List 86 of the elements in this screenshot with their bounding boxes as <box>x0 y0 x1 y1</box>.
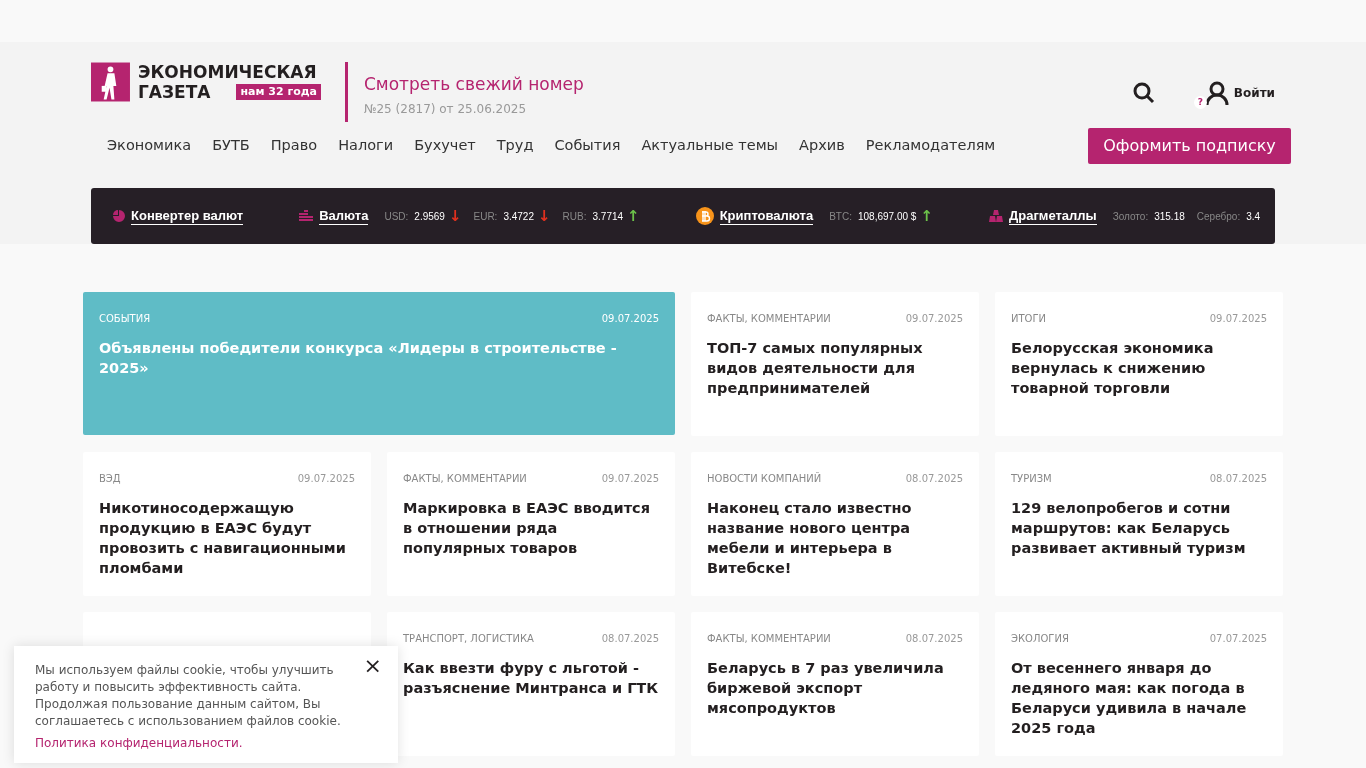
news-card[interactable]: ТРАНСПОРТ, ЛОГИСТИКА 08.07.2025 Как ввезти фуру с льготой - разъяснение Минтранса и ГТК <box>387 612 675 756</box>
news-card[interactable]: ФАКТЫ, КОММЕНТАРИИ 09.07.2025 ТОП-7 самых популярных видов деятельности для предпринимателей <box>691 292 979 436</box>
news-card[interactable]: ЭКОЛОГИЯ 07.07.2025 От весеннего января до ледяного мая: как погода в Беларуси удивила в начале 2025 года <box>995 612 1283 756</box>
category-label: СОБЫТИЯ <box>99 312 151 326</box>
news-card[interactable]: ВЭД 09.07.2025 Никотиносодержащую продукцию в ЕАЭС будут провозить с навигационными пломбами <box>83 452 371 596</box>
news-card[interactable]: ИТОГИ 09.07.2025 Белорусская экономика вернулась к снижению товарной торговли <box>995 292 1283 436</box>
trend-arrow: ↑ <box>920 209 933 223</box>
article-title[interactable]: 129 велопробегов и сотни маршрутов: как Беларусь развивает активный туризм <box>1011 498 1267 558</box>
nav-link[interactable]: БУТБ <box>212 135 250 157</box>
article-title[interactable]: Маркировка в ЕАЭС вводится в отношении ряда популярных товаров <box>403 498 659 558</box>
article-date: 08.07.2025 <box>601 632 659 646</box>
article-title[interactable]: Белорусская экономика вернулась к снижению товарной торговли <box>1011 338 1267 398</box>
rate-label: RUB: <box>562 209 587 224</box>
category-label: ВЭД <box>99 472 121 486</box>
article-title[interactable]: От весеннего января до ледяного мая: как погода в Беларуси удивила в начале 2025 года <box>1011 658 1267 738</box>
article-title[interactable]: Как ввезти фуру с льготой - разъяснение Минтранса и ГТК <box>403 658 659 698</box>
help-badge: ? <box>1193 96 1207 109</box>
category-label: НОВОСТИ КОМПАНИЙ <box>707 471 822 486</box>
fresh-issue-link[interactable]: Смотреть свежий номер <box>364 72 584 98</box>
article-title[interactable]: Наконец стало известно название нового центра мебели и интерьера в Витебске! <box>707 498 963 578</box>
nav-link[interactable]: Труд <box>496 135 534 157</box>
category-label: ТУРИЗМ <box>1011 472 1052 486</box>
login-link[interactable]: Войти <box>1233 84 1275 102</box>
trend-arrow: ↓ <box>448 209 462 223</box>
rate-value: 315.18 <box>1154 209 1185 224</box>
article-date: 09.07.2025 <box>601 312 659 326</box>
ingots-icon <box>988 210 1003 222</box>
category-label: ТРАНСПОРТ, ЛОГИСТИКА <box>403 632 534 646</box>
news-card[interactable]: ТУРИЗМ 08.07.2025 129 велопробегов и сотни маршрутов: как Беларусь развивает активный туризм <box>995 452 1283 596</box>
nav-link[interactable]: Актуальные темы <box>641 135 779 157</box>
article-date: 09.07.2025 <box>905 312 963 326</box>
rate-value: 108,697.00 $ <box>858 209 917 224</box>
nav-link[interactable]: Налоги <box>338 135 394 157</box>
logo-title: ГАЗЕТА <box>137 82 211 102</box>
rates-link[interactable]: Конвертер валют <box>131 207 244 225</box>
rates-link[interactable]: Криптовалюта <box>719 207 814 225</box>
trend-arrow: ↑ <box>627 209 640 223</box>
article-date: 08.07.2025 <box>905 632 963 646</box>
article-title[interactable]: Никотиносодержащую продукцию в ЕАЭС будут провозить с навигационными пломбами <box>99 498 355 578</box>
rate-value: 3.4 <box>1246 209 1261 224</box>
nav-link[interactable]: Архив <box>799 135 845 157</box>
category-label: ФАКТЫ, КОММЕНТАРИИ <box>707 632 831 646</box>
rates-link[interactable]: Драгметаллы <box>1008 207 1097 225</box>
trend-arrow: ↓ <box>538 209 551 223</box>
subscribe-button[interactable]: Оформить подписку <box>1088 128 1291 164</box>
rate-value: 2.9569 <box>414 209 445 224</box>
nav-link[interactable]: Право <box>270 135 318 157</box>
close-button[interactable]: × <box>363 654 382 678</box>
rate-label: EUR: <box>473 209 498 224</box>
category-label: ИТОГИ <box>1011 312 1047 326</box>
cookie-text: Мы используем файлы cookie, чтобы улучшить работу и повысить эффективность сайта. <box>35 662 335 696</box>
article-title[interactable]: Беларусь в 7 раз увеличила биржевой экспорт мясопродуктов <box>707 658 963 718</box>
rate-value: 3.4722 <box>503 209 534 224</box>
article-date: 09.07.2025 <box>601 472 659 486</box>
news-card[interactable]: НОВОСТИ КОМПАНИЙ 08.07.2025 Наконец стало известно название нового центра мебели и интерьера в Витебске! <box>691 452 979 596</box>
bars-icon <box>299 210 314 222</box>
search-icon[interactable] <box>1131 81 1156 105</box>
rate-label: USD: <box>384 209 409 224</box>
issue-number: №25 (2817) от 25.06.2025 <box>364 100 528 118</box>
logo-badge: нам 32 года <box>236 84 321 100</box>
rate-value: 3.7714 <box>592 209 624 224</box>
rate-label: Золото: <box>1112 209 1149 224</box>
bitcoin-icon <box>695 207 714 225</box>
privacy-policy-link[interactable]: Политика конфиденциальности. <box>35 736 243 750</box>
rates-link[interactable]: Валюта <box>319 207 369 225</box>
rate-label: BTC: <box>829 209 852 224</box>
category-label: ФАКТЫ, КОММЕНТАРИИ <box>707 312 831 326</box>
news-card[interactable]: ФАКТЫ, КОММЕНТАРИИ 09.07.2025 Маркировка в ЕАЭС вводится в отношении ряда популярных товаров <box>387 452 675 596</box>
article-date: 08.07.2025 <box>905 472 963 486</box>
article-title[interactable]: ТОП-7 самых популярных видов деятельности для предпринимателей <box>707 338 963 398</box>
article-date: 08.07.2025 <box>1209 472 1267 486</box>
news-card[interactable]: ФАКТЫ, КОММЕНТАРИИ 08.07.2025 Беларусь в 7 раз увеличила биржевой экспорт мясопродуктов <box>691 612 979 756</box>
cookie-text: Продолжая пользование данным сайтом, Вы соглашаетесь с использованием файлов cookie. <box>35 696 342 730</box>
category-label: ФАКТЫ, КОММЕНТАРИИ <box>403 472 527 486</box>
article-date: 09.07.2025 <box>1209 312 1267 326</box>
article-date: 09.07.2025 <box>297 472 355 486</box>
pie-chart-icon <box>113 210 125 222</box>
rate-label: Серебро: <box>1196 209 1241 224</box>
nav-link[interactable]: Рекламодателям <box>865 135 996 157</box>
nav-link[interactable]: Бухучет <box>414 135 476 157</box>
nav-link[interactable]: Экономика <box>107 135 192 157</box>
nav-link[interactable]: События <box>554 135 621 157</box>
logo-title: ЭКОНОМИЧЕСКАЯ <box>137 62 318 82</box>
article-date: 07.07.2025 <box>1209 632 1267 646</box>
walking-man-logo-icon[interactable] <box>91 62 130 102</box>
category-label: ЭКОЛОГИЯ <box>1011 632 1069 646</box>
